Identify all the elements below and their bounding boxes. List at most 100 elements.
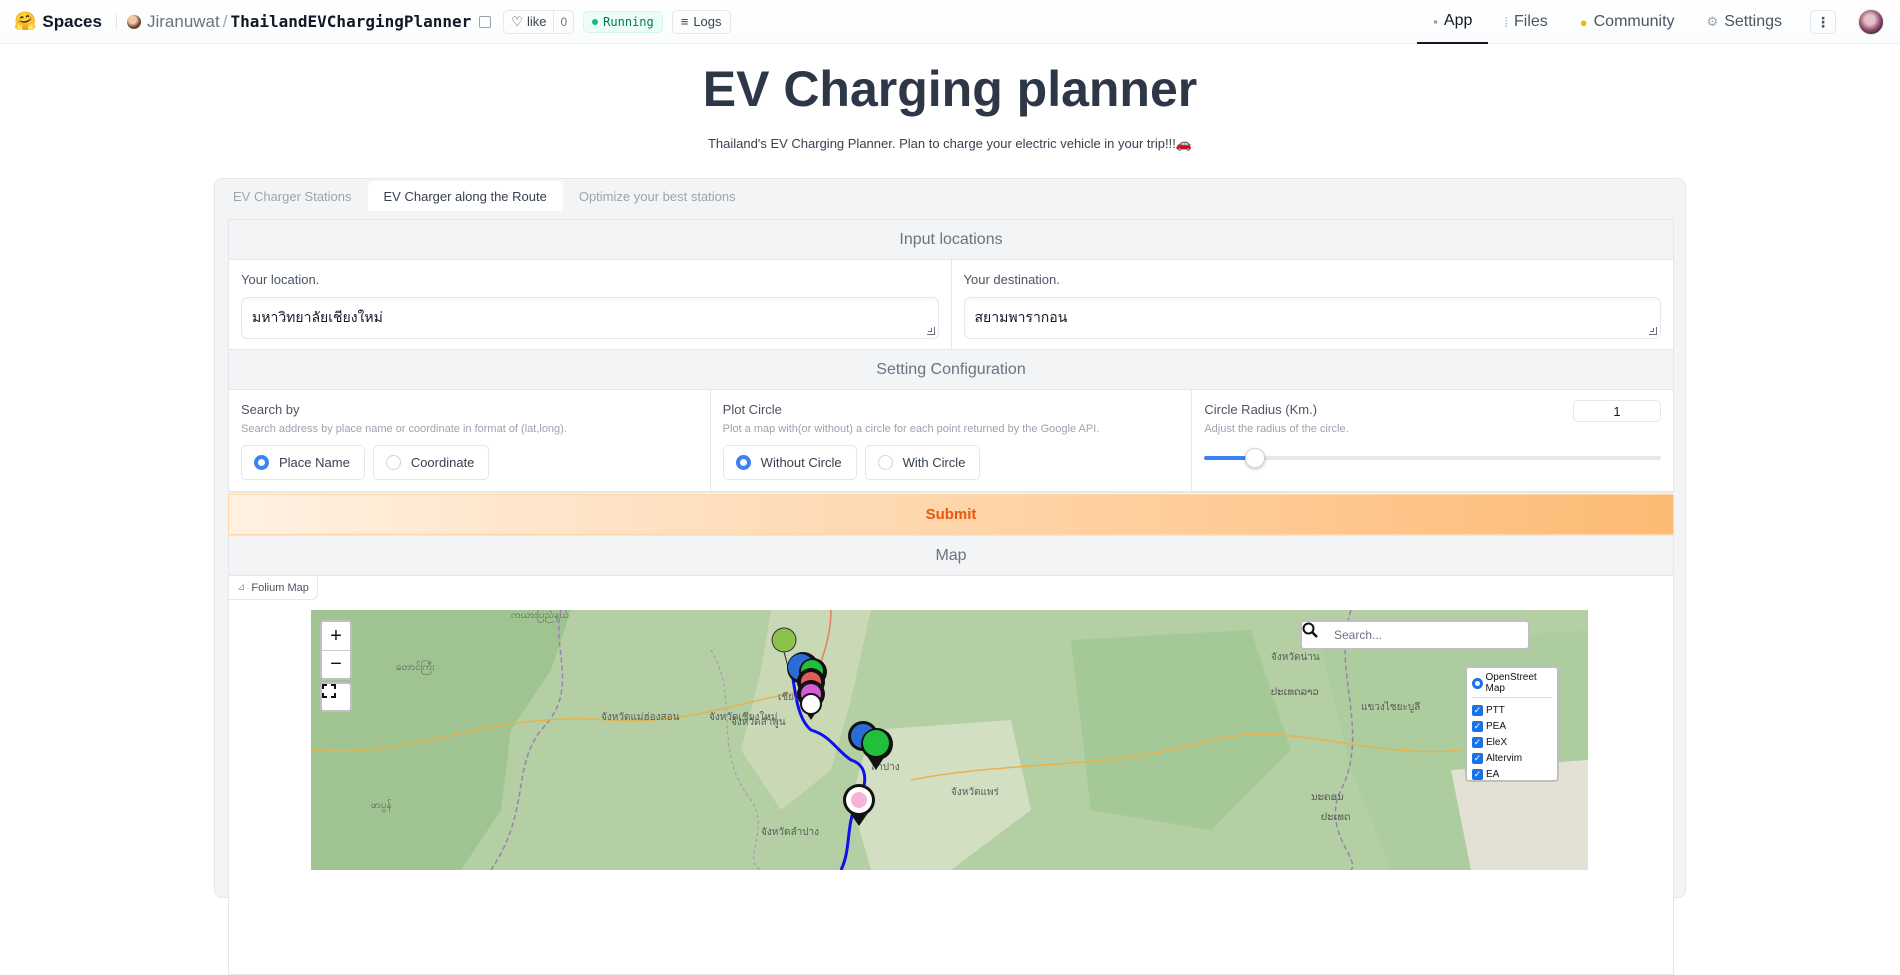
page-title: EV Charging planner (702, 61, 1198, 117)
cube-icon: ▪ (1433, 13, 1438, 29)
checkbox-checked-icon: ✓ (1472, 704, 1483, 716)
folium-map-label: ⊿ Folium Map (229, 576, 318, 600)
plot-circle-group: Plot Circle Plot a map with(or without) … (709, 390, 1192, 491)
overlay-label: Altervim (1486, 752, 1523, 764)
radio-place-name[interactable]: Place Name (241, 445, 365, 480)
place-label: จังหวัดแพร่ (951, 787, 999, 798)
nav-tab-label: App (1443, 12, 1473, 29)
checkbox-checked-icon: ✓ (1472, 768, 1483, 780)
overlay-option-elex[interactable]: ✓ EleX (1472, 734, 1552, 750)
radio-selected-icon (1472, 677, 1483, 689)
origin-group: Your location. มหาวิทยาลัยเชียงใหม่ (229, 260, 951, 349)
hugging-face-logo-icon: 🤗 (14, 11, 37, 31)
more-options-icon[interactable]: ⋮ (1810, 10, 1836, 34)
heart-icon: ♡ (511, 13, 523, 29)
breadcrumb-separator: / (222, 11, 228, 31)
zoom-in-button[interactable]: + (322, 622, 350, 650)
zoom-out-button[interactable]: − (322, 650, 350, 678)
setting-configuration-heading: Setting Configuration (229, 350, 1673, 390)
place-label: จังหวัดลำพูน (731, 717, 786, 728)
fullscreen-glyph (322, 684, 336, 698)
destination-group: Your destination. สยามพารากอน (950, 260, 1674, 349)
overlay-option-ea[interactable]: ✓ EA (1472, 766, 1552, 782)
nav-tab-community[interactable]: ● Community (1564, 0, 1691, 44)
radio-without-circle[interactable]: Without Circle (722, 445, 857, 480)
like-button[interactable]: ♡ like 0 (503, 9, 575, 34)
owner-avatar (126, 14, 141, 29)
app-tabs: EV Charger Stations EV Charger along the… (215, 179, 752, 211)
nav-tab-label: Settings (1724, 13, 1782, 30)
radio-label: Coordinate (410, 455, 475, 470)
folium-map[interactable]: ကယားပြည်နယ် တောင်ကြီး จังหวัดแม่ฮ่องสอน … (311, 610, 1588, 870)
radio-unselected-icon (877, 455, 893, 470)
radio-with-circle[interactable]: With Circle (864, 445, 981, 480)
destination-input[interactable]: สยามพารากอน (963, 297, 1661, 339)
place-label: จังหวัดน่าน (1271, 652, 1320, 663)
circle-radius-group: Circle Radius (Km.) Adjust the radius of… (1191, 390, 1673, 491)
origin-input[interactable]: มหาวิทยาลัยเชียงใหม่ (241, 297, 939, 339)
radio-selected-icon (254, 455, 269, 470)
status-dot-icon (592, 18, 599, 25)
circle-radius-info: Adjust the radius of the circle. (1204, 423, 1349, 435)
overlay-label: PEA (1486, 720, 1507, 732)
layer-control: OpenStreet Map ✓ PTT ✓ PEA ✓ EleX ✓ Altervim… (1465, 666, 1559, 782)
submit-button[interactable]: Submit (228, 494, 1674, 535)
overlay-option-pea[interactable]: ✓ PEA (1472, 718, 1552, 734)
divider (115, 13, 117, 30)
map-marker[interactable] (800, 693, 822, 715)
nav-tab-files[interactable]: ⁞ Files (1488, 0, 1563, 44)
place-label: จังหวัดลำปาง (761, 827, 819, 838)
overlay-label: EA (1486, 768, 1500, 780)
search-by-label: Search by (241, 402, 300, 417)
origin-value: มหาวิทยาลัยเชียงใหม่ (252, 309, 383, 325)
overlay-option-altervim[interactable]: ✓ Altervim (1472, 750, 1552, 766)
user-avatar[interactable] (1858, 9, 1884, 35)
map-marker[interactable] (851, 792, 867, 808)
slider-thumb[interactable] (1244, 448, 1265, 468)
breadcrumb: Jiranuwat / ThailandEVChargingPlanner (115, 11, 492, 32)
map-marker[interactable] (863, 730, 889, 756)
base-layer-label: OpenStreet Map (1485, 672, 1537, 694)
repo-link[interactable]: ThailandEVChargingPlanner (230, 12, 471, 31)
plot-circle-label: Plot Circle (722, 402, 782, 417)
status-text: Running (603, 14, 654, 29)
circle-radius-input[interactable]: 1 (1573, 400, 1662, 422)
circle-radius-slider[interactable] (1204, 448, 1662, 468)
resize-handle-icon[interactable] (926, 327, 935, 335)
tab-optimize-stations[interactable]: Optimize your best stations (563, 181, 752, 211)
tab-ev-charger-stations[interactable]: EV Charger Stations (217, 181, 368, 211)
map-search-input[interactable]: Search... (1300, 620, 1530, 650)
chart-icon: ⊿ (237, 582, 246, 593)
base-layer-option[interactable]: OpenStreet Map (1472, 672, 1552, 698)
community-icon: ● (1579, 14, 1588, 30)
spaces-brand[interactable]: 🤗 Spaces (14, 11, 102, 32)
zoom-control: + − (320, 620, 352, 680)
nav-tab-settings[interactable]: ⚙ Settings (1691, 0, 1798, 44)
nav-tab-label: Community (1593, 13, 1675, 30)
overlay-label: PTT (1486, 704, 1505, 716)
checkbox-checked-icon: ✓ (1472, 752, 1483, 764)
input-locations-box: Input locations Your location. มหาวิทยาล… (228, 219, 1674, 493)
resize-handle-icon[interactable] (1649, 327, 1657, 335)
copy-icon[interactable] (479, 15, 492, 28)
tab-ev-charger-along-route[interactable]: EV Charger along the Route (367, 181, 563, 211)
like-count: 0 (553, 10, 573, 33)
overlay-option-ptt[interactable]: ✓ PTT (1472, 702, 1552, 718)
search-by-group: Search by Search address by place name o… (229, 390, 710, 491)
map-heading: Map (229, 536, 1673, 576)
input-locations-heading: Input locations (229, 220, 1673, 260)
top-navbar: 🤗 Spaces Jiranuwat / ThailandEVChargingP… (0, 0, 1900, 44)
logs-label: Logs (693, 14, 722, 29)
destination-value: สยามพารากอน (974, 309, 1068, 325)
map-search-placeholder: Search... (1334, 628, 1383, 642)
page-subtitle: Thailand's EV Charging Planner. Plan to … (707, 136, 1193, 151)
destination-label: Your destination. (963, 272, 1060, 287)
search-icon (1302, 622, 1330, 648)
like-label: like (526, 14, 547, 29)
fullscreen-icon[interactable] (320, 682, 352, 712)
nav-tab-app[interactable]: ▪ App (1417, 0, 1489, 44)
radio-coordinate[interactable]: Coordinate (372, 445, 490, 480)
owner-link[interactable]: Jiranuwat (147, 12, 220, 32)
place-label: ປະເທດລາວ (1271, 687, 1319, 698)
logs-button[interactable]: ≡ Logs (671, 9, 731, 34)
